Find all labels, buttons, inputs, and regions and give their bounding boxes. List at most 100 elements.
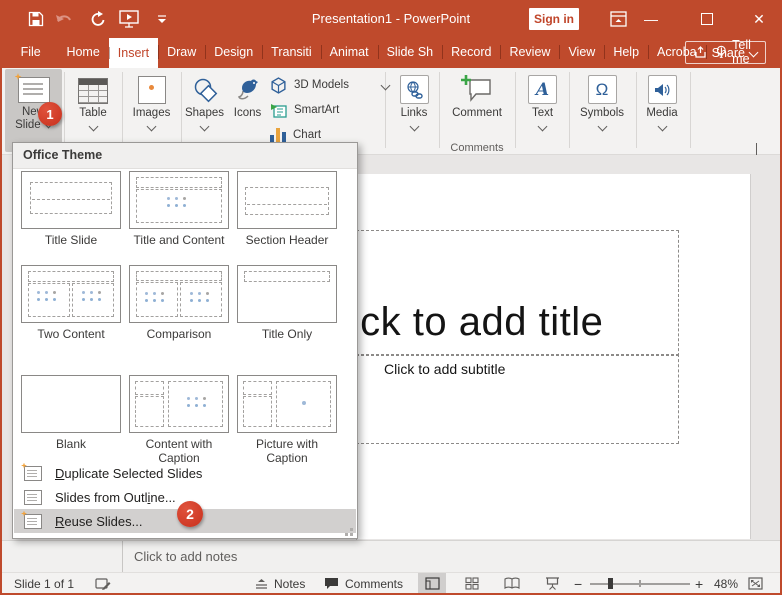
tab-animations[interactable]: Animat bbox=[320, 36, 378, 68]
comments-group-label: Comments bbox=[450, 142, 504, 154]
table-icon bbox=[78, 78, 108, 104]
tab-transitions[interactable]: Transiti bbox=[262, 36, 321, 68]
share-button[interactable]: Share bbox=[684, 41, 766, 64]
layout-thumbnail bbox=[237, 265, 337, 323]
dropdown-header: Office Theme bbox=[13, 143, 357, 169]
powerpoint-window: Presentation1 - PowerPoint Sign in — ✕ F… bbox=[0, 0, 782, 595]
normal-view-button[interactable] bbox=[418, 573, 446, 593]
3d-models-icon bbox=[271, 76, 286, 94]
layout-option-title-only[interactable]: Title Only bbox=[235, 265, 339, 341]
comment-button[interactable]: Comment bbox=[440, 70, 514, 150]
chevron-down-icon bbox=[748, 47, 759, 58]
fit-slide-to-window-button[interactable] bbox=[748, 573, 763, 593]
shapes-button[interactable]: Shapes bbox=[183, 70, 226, 150]
icons-button[interactable]: Icons bbox=[226, 70, 269, 150]
links-button[interactable]: Links bbox=[391, 70, 437, 150]
media-icon bbox=[647, 75, 677, 104]
redo-icon[interactable] bbox=[88, 9, 108, 29]
tab-home[interactable]: Home bbox=[57, 36, 108, 68]
share-label: Share bbox=[711, 45, 745, 60]
layout-thumbnail bbox=[21, 171, 121, 229]
slide-canvas[interactable]: Click to add title Click to add subtitle bbox=[301, 174, 751, 539]
text-icon: A bbox=[528, 75, 557, 104]
tab-review[interactable]: Review bbox=[500, 36, 559, 68]
notes-toggle-label: Notes bbox=[274, 576, 306, 591]
tab-help[interactable]: Help bbox=[604, 36, 648, 68]
layout-thumbnail bbox=[129, 171, 229, 229]
symbols-button[interactable]: Ω Symbols bbox=[573, 70, 631, 150]
smartart-button[interactable]: SmartArt bbox=[270, 99, 339, 121]
tab-view[interactable]: View bbox=[559, 36, 604, 68]
tab-slide-show[interactable]: Slide Sh bbox=[377, 36, 443, 68]
layout-option-comparison[interactable]: Comparison bbox=[127, 265, 231, 341]
accessibility-checker-icon[interactable] bbox=[95, 573, 111, 593]
smartart-label: SmartArt bbox=[294, 104, 340, 116]
images-icon bbox=[137, 76, 166, 104]
zoom-out-button[interactable]: − bbox=[574, 573, 582, 593]
new-slide-icon bbox=[14, 73, 50, 103]
zoom-level[interactable]: 48% bbox=[714, 573, 738, 593]
duplicate-slides-icon bbox=[24, 465, 42, 481]
layout-thumbnail bbox=[237, 171, 337, 229]
status-bar: Slide 1 of 1 Notes Comments − + 48% bbox=[2, 572, 780, 593]
layout-option-two-content[interactable]: Two Content bbox=[19, 265, 123, 341]
tab-draw[interactable]: Draw bbox=[158, 36, 205, 68]
notes-placeholder-text: Click to add notes bbox=[134, 549, 238, 564]
title-bar: Presentation1 - PowerPoint Sign in — ✕ bbox=[2, 2, 780, 36]
notes-icon bbox=[256, 579, 267, 589]
slide-indicator: Slide 1 of 1 bbox=[14, 576, 75, 591]
tab-file[interactable]: File bbox=[12, 36, 50, 68]
text-button[interactable]: A Text bbox=[518, 70, 567, 150]
layout-thumbnail bbox=[21, 375, 121, 433]
images-button[interactable]: Images bbox=[124, 70, 179, 150]
chevron-down-icon bbox=[409, 121, 419, 132]
chevron-down-icon bbox=[146, 121, 157, 132]
new-slide-dropdown: Office Theme Title Slide Title and Conte… bbox=[12, 142, 358, 539]
comments-toggle-button[interactable]: Comments bbox=[324, 573, 404, 593]
minimize-button[interactable]: — bbox=[634, 2, 668, 36]
layout-thumbnail bbox=[21, 265, 121, 323]
smartart-icon bbox=[271, 103, 287, 118]
save-icon[interactable] bbox=[26, 9, 46, 29]
layout-option-blank[interactable]: Blank bbox=[19, 375, 123, 451]
subtitle-placeholder-text: Click to add subtitle bbox=[384, 361, 506, 377]
tab-design[interactable]: Design bbox=[205, 36, 262, 68]
tab-record[interactable]: Record bbox=[442, 36, 500, 68]
annotation-step-2: 2 bbox=[177, 501, 203, 527]
share-icon bbox=[695, 46, 706, 58]
ribbon-display-options-icon[interactable] bbox=[608, 9, 628, 29]
qat-chevron-icon[interactable] bbox=[152, 9, 172, 29]
zoom-slider-thumb[interactable] bbox=[608, 578, 613, 589]
comments-icon bbox=[325, 578, 338, 589]
notes-pane[interactable]: Click to add notes bbox=[2, 540, 780, 573]
layout-option-picture-with-caption[interactable]: Picture with Caption bbox=[235, 375, 339, 465]
icons-icon bbox=[237, 79, 258, 100]
start-slideshow-icon[interactable] bbox=[117, 9, 143, 29]
reading-view-button[interactable] bbox=[498, 573, 526, 593]
tab-insert[interactable]: Insert bbox=[108, 38, 159, 68]
layout-thumbnail bbox=[129, 265, 229, 323]
resize-grip[interactable] bbox=[350, 533, 353, 536]
symbols-icon: Ω bbox=[587, 75, 617, 104]
slide-show-view-button[interactable] bbox=[538, 573, 566, 593]
notes-toggle-button[interactable]: Notes bbox=[255, 573, 306, 593]
layout-thumbnail bbox=[237, 375, 337, 433]
comments-toggle-label: Comments bbox=[345, 576, 404, 591]
chevron-down-icon bbox=[657, 121, 667, 132]
slides-from-outline-icon bbox=[24, 489, 42, 505]
chevron-down-icon bbox=[537, 121, 548, 132]
layout-option-section-header[interactable]: Section Header bbox=[235, 171, 339, 247]
layout-option-title-and-content[interactable]: Title and Content bbox=[127, 171, 231, 247]
layout-option-content-with-caption[interactable]: Content with Caption bbox=[127, 375, 231, 465]
table-button[interactable]: Table bbox=[66, 70, 120, 150]
media-button[interactable]: Media bbox=[638, 70, 686, 150]
maximize-button[interactable] bbox=[690, 2, 724, 36]
menu-item-duplicate-selected-slides[interactable]: Duplicate Selected Slides bbox=[14, 461, 356, 485]
chevron-down-icon bbox=[88, 121, 98, 132]
slide-sorter-view-button[interactable] bbox=[458, 573, 486, 593]
close-button[interactable]: ✕ bbox=[742, 2, 776, 36]
sign-in-button[interactable]: Sign in bbox=[529, 8, 579, 30]
zoom-in-button[interactable]: + bbox=[695, 573, 703, 593]
3d-models-button[interactable]: 3D Models bbox=[270, 74, 391, 96]
layout-option-title-slide[interactable]: Title Slide bbox=[19, 171, 123, 247]
